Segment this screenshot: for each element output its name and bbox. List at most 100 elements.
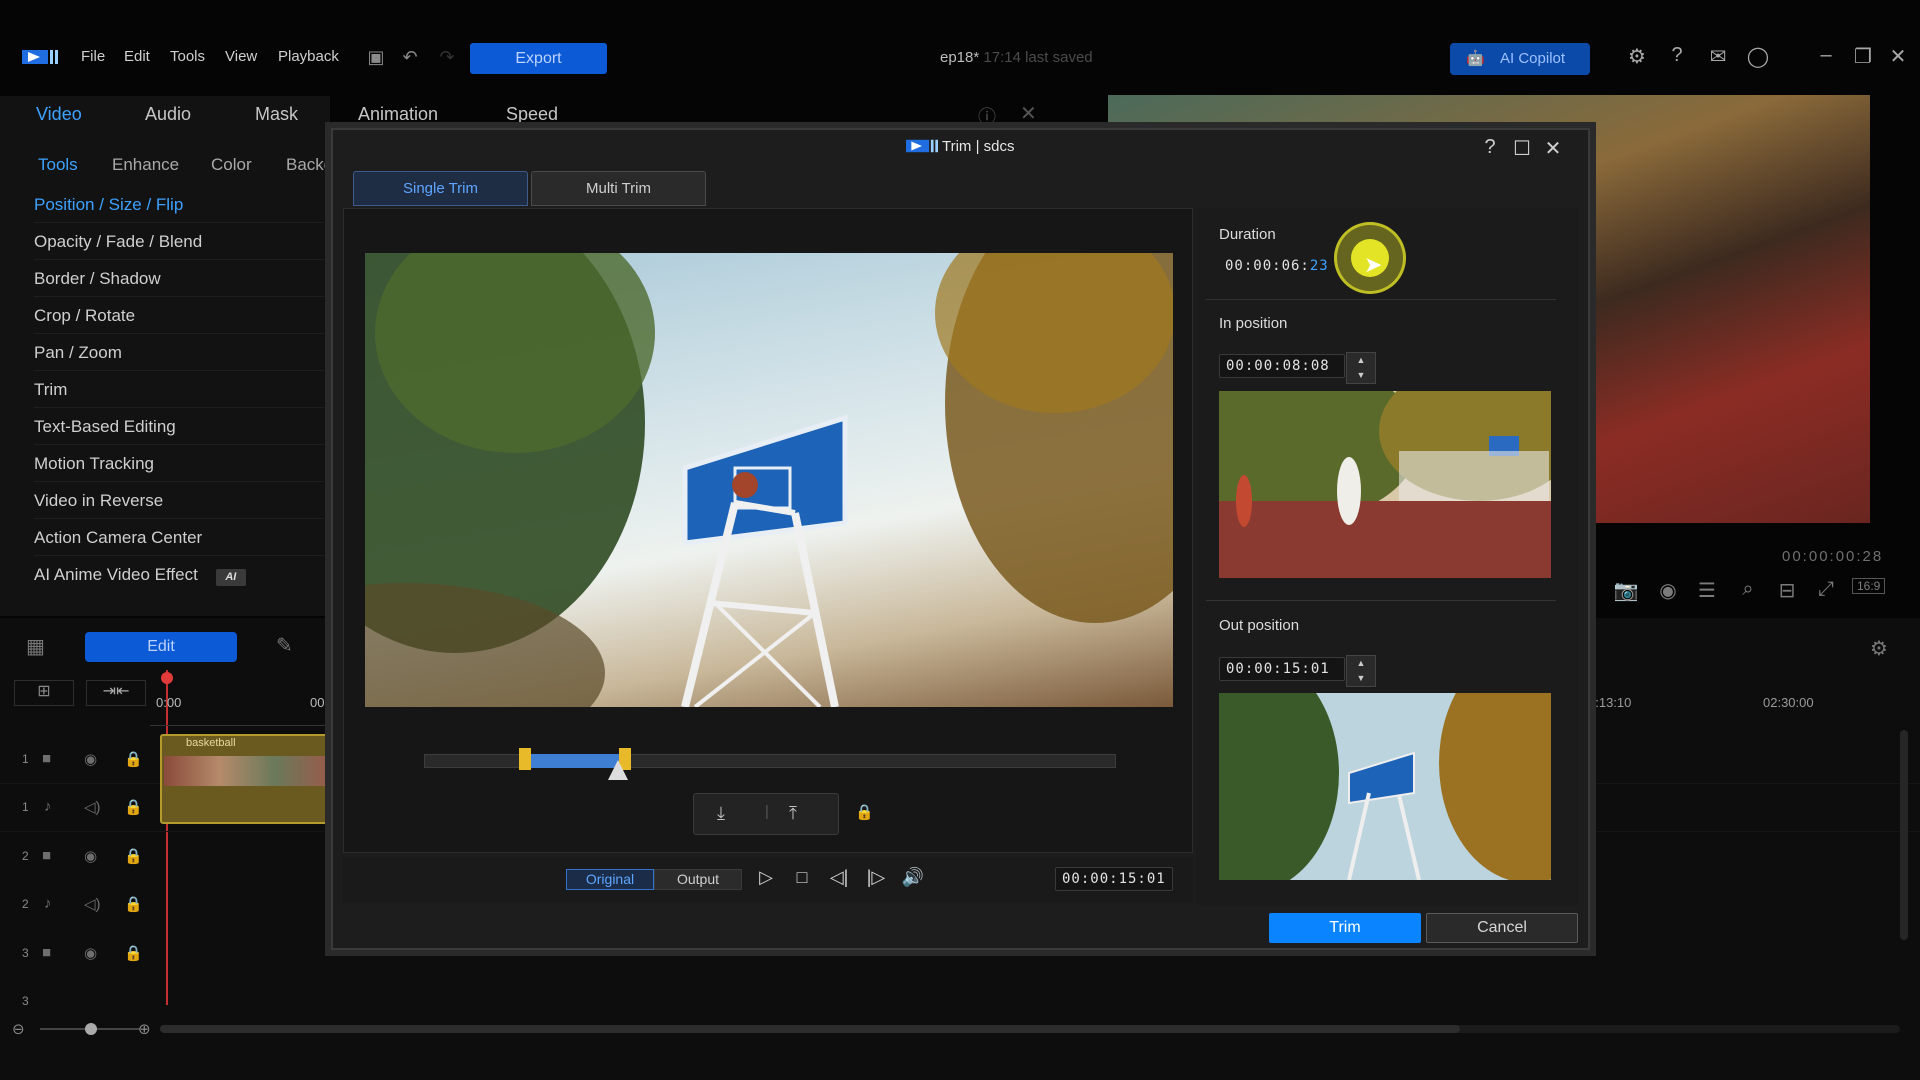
scroll-thumb[interactable]	[160, 1025, 1460, 1033]
lock-icon[interactable]: 🔒	[124, 944, 143, 962]
lock-icon[interactable]: 🔒	[124, 798, 143, 816]
zoom-handle[interactable]	[85, 1023, 97, 1035]
zoom-in-icon[interactable]: ⊕	[138, 1020, 151, 1038]
mode-output[interactable]: Output	[654, 869, 742, 890]
lock-icon[interactable]: 🔒	[124, 847, 143, 865]
zoom-fit-icon[interactable]: ⌕	[1733, 578, 1763, 601]
eye-icon[interactable]: ◉	[84, 944, 97, 962]
undo-icon[interactable]: ↶	[399, 46, 421, 68]
tool-crop-rotate[interactable]: Crop / Rotate	[34, 297, 324, 334]
notification-icon[interactable]: ✉	[1705, 44, 1731, 69]
up-arrow-icon[interactable]: ▲	[1347, 353, 1375, 368]
in-position-field[interactable]: 00:00:08:08	[1219, 354, 1345, 378]
record-icon[interactable]: ◉	[1653, 578, 1683, 603]
close-app-icon[interactable]: ✕	[1885, 44, 1911, 69]
volume-icon[interactable]: 🔊	[901, 867, 925, 888]
tool-ai-anime-video-effect[interactable]: AI Anime Video Effect AI	[34, 556, 324, 593]
in-marker[interactable]	[519, 748, 531, 770]
redo-icon[interactable]: ↷	[436, 46, 458, 68]
tool-position-size-flip[interactable]: Position / Size / Flip	[34, 186, 324, 223]
help-icon[interactable]: ?	[1664, 44, 1690, 67]
dialog-close-icon[interactable]: ✕	[1541, 136, 1565, 161]
menu-edit[interactable]: Edit	[124, 48, 150, 65]
track-manager-icon[interactable]: ⊞	[14, 680, 74, 706]
menu-file[interactable]: File	[81, 48, 105, 65]
down-arrow-icon[interactable]: ▼	[1347, 368, 1375, 383]
tab-animation[interactable]: Animation	[358, 104, 438, 125]
aspect-ratio[interactable]: 16:9	[1852, 578, 1886, 594]
fit-timeline-icon[interactable]: ⇥⇤	[86, 680, 146, 706]
eye-icon[interactable]: ◉	[84, 750, 97, 768]
stop-icon[interactable]: □	[790, 867, 814, 888]
mode-original[interactable]: Original	[566, 869, 654, 890]
panel-close-icon[interactable]: ✕	[1020, 101, 1037, 126]
in-position-stepper[interactable]: ▲ ▼	[1346, 352, 1376, 384]
tab-audio[interactable]: Audio	[145, 104, 191, 125]
save-icon[interactable]: ▣	[365, 46, 387, 68]
zoom-out-icon[interactable]: ⊖	[12, 1020, 25, 1038]
previous-frame-icon[interactable]: ◁|	[827, 867, 851, 888]
dialog-help-icon[interactable]: ?	[1478, 136, 1502, 159]
settings-icon[interactable]: ⚙	[1624, 44, 1650, 69]
camera-icon[interactable]: 📷	[1611, 578, 1641, 603]
trim-playhead[interactable]	[608, 760, 628, 780]
tool-pan-zoom[interactable]: Pan / Zoom	[34, 334, 324, 371]
trim-video-preview[interactable]	[365, 253, 1173, 707]
tool-trim[interactable]: Trim	[34, 371, 324, 408]
mark-in-icon[interactable]: ⤓	[717, 803, 725, 824]
dialog-maximize-icon[interactable]: ☐	[1510, 136, 1534, 161]
subtab-color[interactable]: Color	[211, 155, 252, 175]
timeline-ruler[interactable]	[150, 716, 330, 726]
volume-icon[interactable]: ◁)	[84, 895, 101, 913]
tool-opacity-fade-blend[interactable]: Opacity / Fade / Blend	[34, 223, 324, 260]
ai-copilot-button[interactable]: 🤖 AI Copilot	[1450, 43, 1590, 75]
vertical-scrollbar[interactable]	[1900, 730, 1908, 940]
horizontal-scrollbar[interactable]	[160, 1025, 1900, 1033]
play-icon[interactable]: ▷	[754, 867, 778, 888]
fullscreen-icon[interactable]: ⤢	[1811, 578, 1841, 601]
lock-icon[interactable]: 🔒	[124, 895, 143, 913]
volume-icon[interactable]: ◁)	[84, 798, 101, 816]
mark-out-icon[interactable]: ⤒	[789, 803, 797, 824]
list-icon[interactable]: ☰	[1692, 578, 1722, 603]
cancel-button[interactable]: Cancel	[1426, 913, 1578, 943]
subtab-tools[interactable]: Tools	[38, 155, 78, 175]
menu-playback[interactable]: Playback	[278, 48, 339, 65]
trim-button[interactable]: Trim	[1269, 913, 1421, 943]
timeline-settings-icon[interactable]: ⚙	[1870, 636, 1888, 661]
lock-range-icon[interactable]: 🔒	[855, 803, 874, 821]
panel-help-icon[interactable]: ⓘ	[978, 103, 996, 129]
restore-icon[interactable]: ❐	[1850, 44, 1876, 69]
edit-button[interactable]: Edit	[85, 632, 237, 662]
lock-icon[interactable]: 🔒	[124, 750, 143, 768]
duration-field[interactable]: 00:00:06:23	[1219, 255, 1335, 277]
export-button[interactable]: Export	[470, 43, 607, 74]
menu-tools[interactable]: Tools	[170, 48, 205, 65]
tool-border-shadow[interactable]: Border / Shadow	[34, 260, 324, 297]
eye-icon[interactable]: ◉	[84, 847, 97, 865]
grid-icon[interactable]: ⊟	[1772, 578, 1802, 603]
tab-single-trim[interactable]: Single Trim	[353, 171, 528, 206]
tab-speed[interactable]: Speed	[506, 104, 558, 125]
out-position-field[interactable]: 00:00:15:01	[1219, 657, 1345, 681]
out-position-stepper[interactable]: ▲ ▼	[1346, 655, 1376, 687]
timeline-view-icon[interactable]: ▦	[26, 634, 45, 659]
tab-multi-trim[interactable]: Multi Trim	[531, 171, 706, 206]
playhead-handle[interactable]	[161, 672, 173, 684]
tool-action-camera-center[interactable]: Action Camera Center	[34, 519, 324, 556]
tool-text-based-editing[interactable]: Text-Based Editing	[34, 408, 324, 445]
tool-motion-tracking[interactable]: Motion Tracking	[34, 445, 324, 482]
account-icon[interactable]: ◯	[1745, 44, 1771, 69]
menu-view[interactable]: View	[225, 48, 257, 65]
pen-icon[interactable]: ✎	[276, 633, 293, 658]
tab-mask[interactable]: Mask	[255, 104, 298, 125]
current-timecode[interactable]: 00:00:15:01	[1055, 867, 1173, 891]
tool-video-in-reverse[interactable]: Video in Reverse	[34, 482, 324, 519]
tab-video[interactable]: Video	[36, 104, 82, 125]
down-arrow-icon[interactable]: ▼	[1347, 671, 1375, 686]
subtab-background[interactable]: Backg	[286, 155, 333, 175]
next-frame-icon[interactable]: |▷	[864, 867, 888, 888]
subtab-enhance[interactable]: Enhance	[112, 155, 179, 175]
minimize-icon[interactable]: –	[1813, 44, 1839, 67]
up-arrow-icon[interactable]: ▲	[1347, 656, 1375, 671]
